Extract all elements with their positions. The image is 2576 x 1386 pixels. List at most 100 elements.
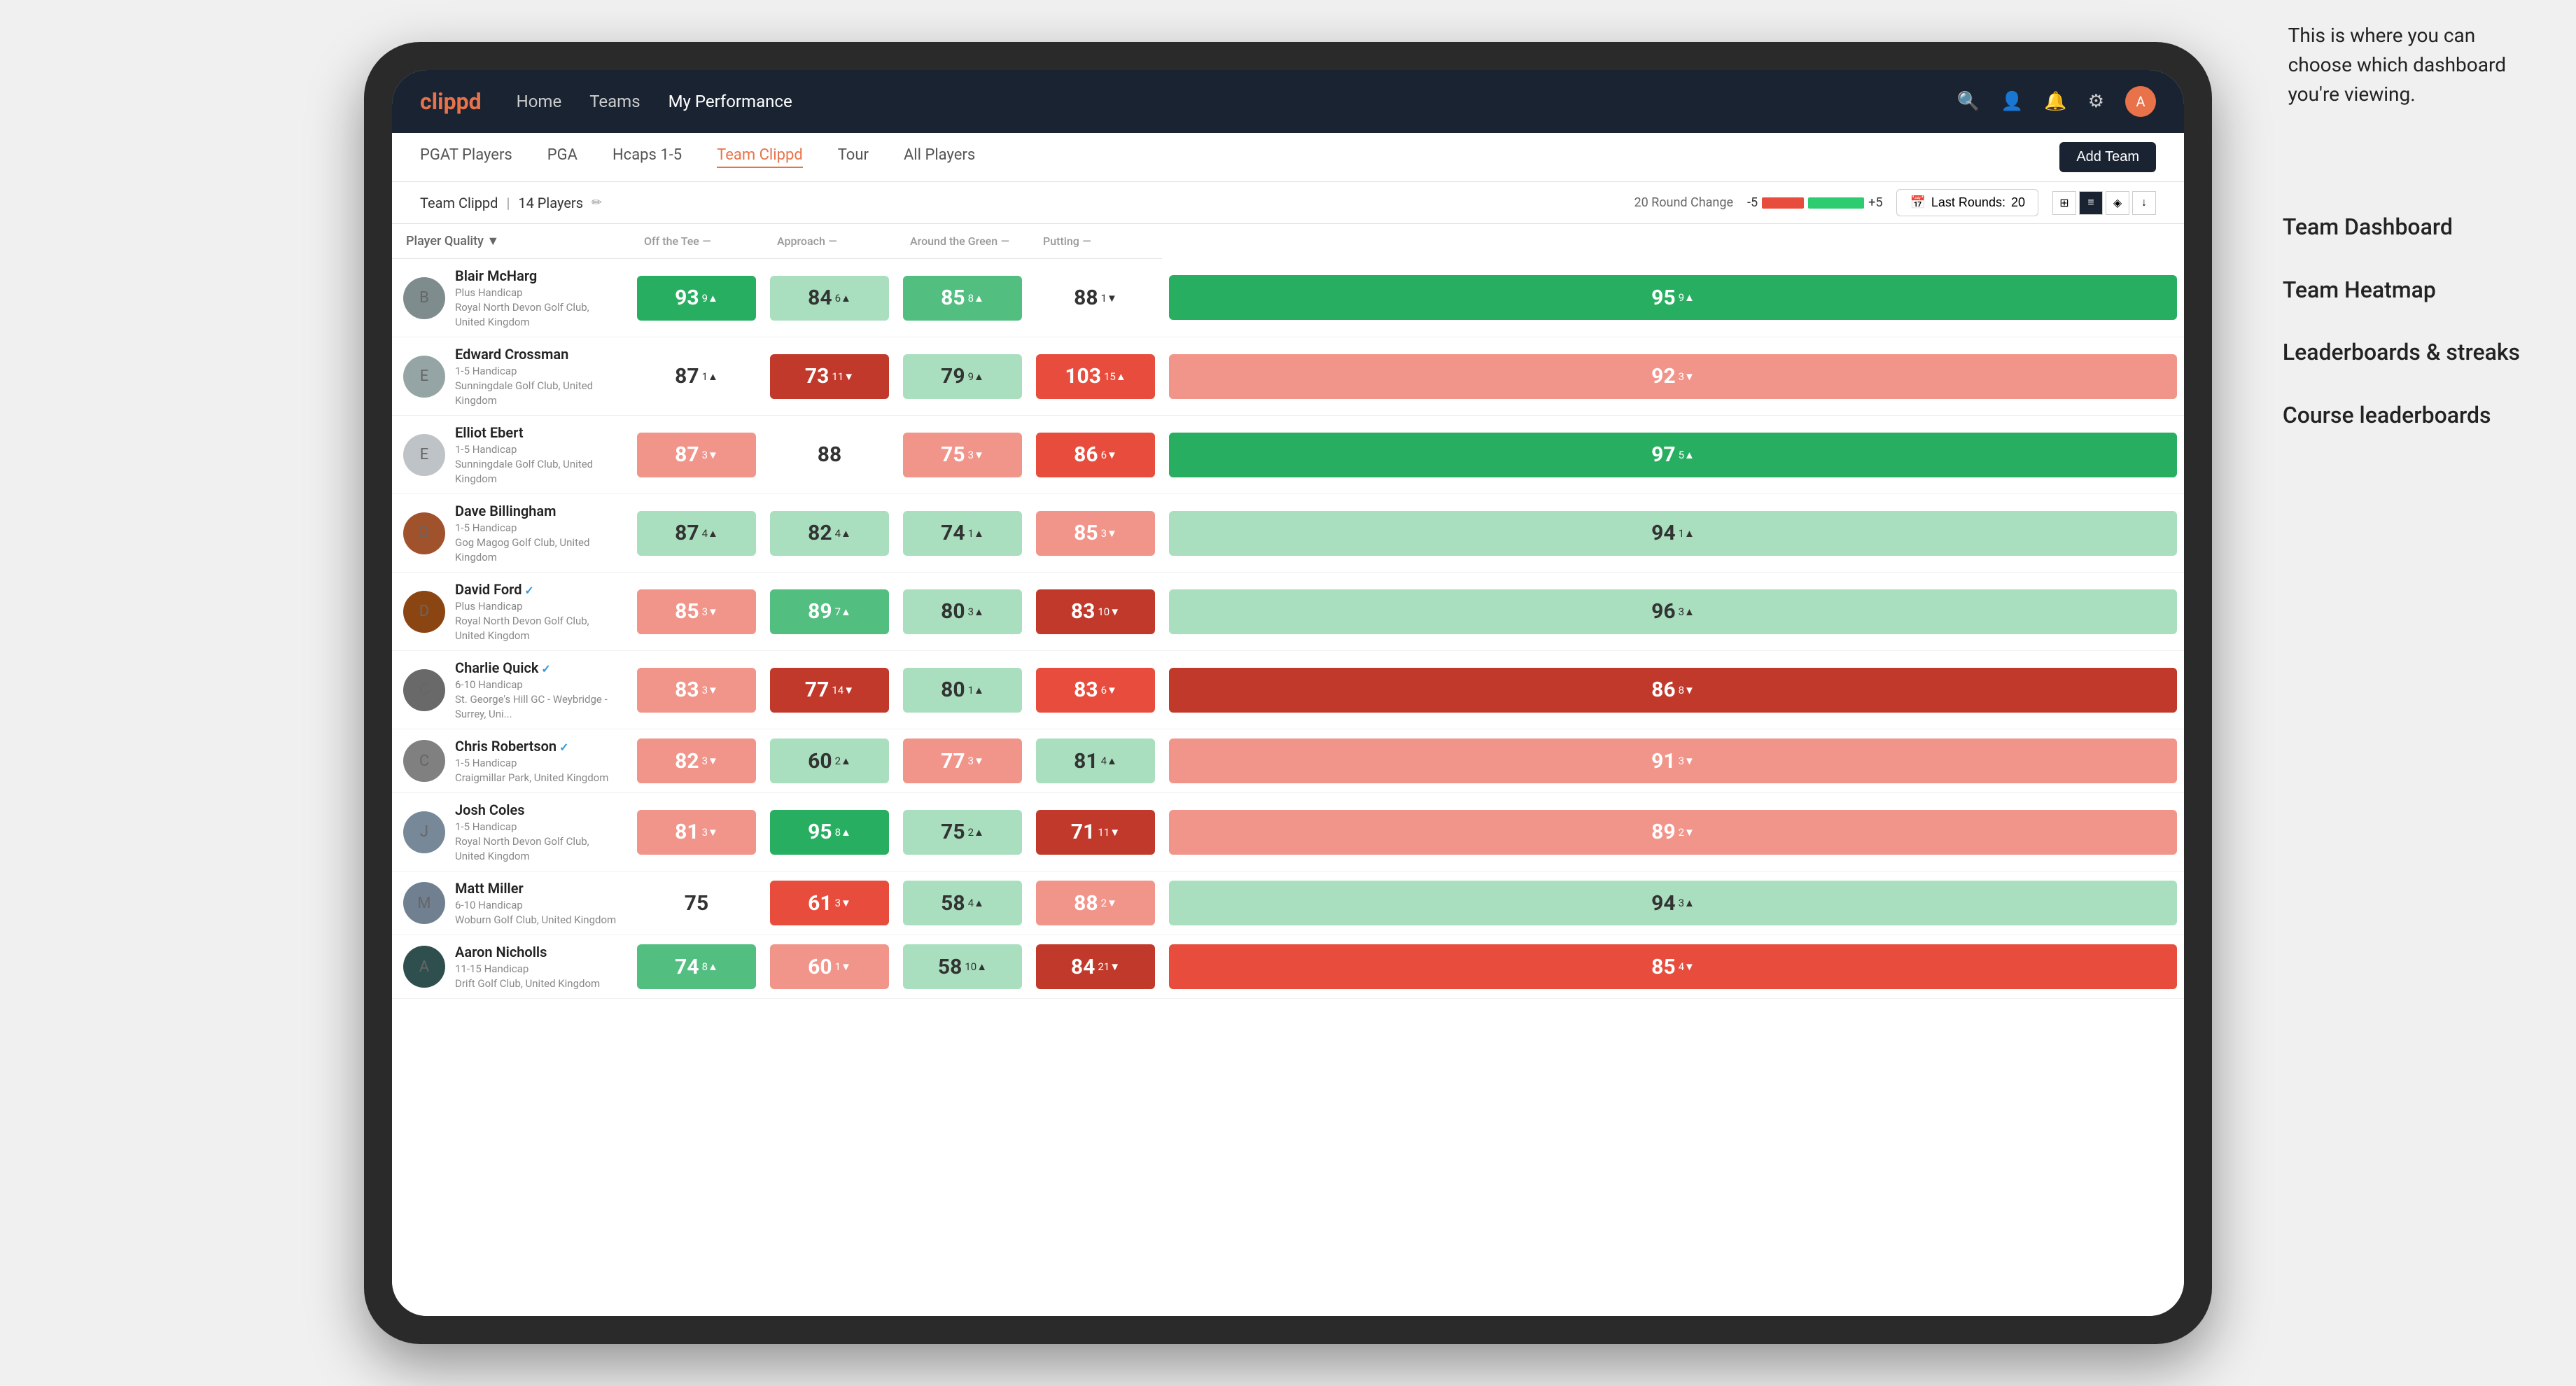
player-cell: EElliot Ebert1-5 HandicapSunningdale Gol… (392, 416, 630, 493)
metric-change: 8▲ (702, 960, 718, 973)
metric-value: 88 (1074, 286, 1098, 310)
player-handicap: Plus Handicap (455, 599, 619, 614)
metric-value: 74 (941, 521, 965, 545)
table-row[interactable]: DDavid Ford ✓Plus HandicapRoyal North De… (392, 573, 2184, 651)
dashboard-option-3[interactable]: Leaderboards & streaks (2283, 321, 2520, 384)
subnav-tour[interactable]: Tour (838, 146, 869, 168)
subnav-pga[interactable]: PGA (547, 146, 578, 168)
last-rounds-button[interactable]: 📅 Last Rounds: 20 (1896, 189, 2038, 216)
subnav-pgat[interactable]: PGAT Players (420, 146, 512, 168)
table-row[interactable]: AAaron Nicholls11-15 HandicapDrift Golf … (392, 935, 2184, 999)
metric-value: 97 (1651, 442, 1675, 467)
avatar[interactable]: E (403, 434, 445, 476)
nav-my-performance[interactable]: My Performance (668, 92, 792, 111)
team-name: Team Clippd (420, 195, 498, 211)
view-heatmap-button[interactable]: ◈ (2106, 191, 2129, 215)
metric-change: 9▲ (968, 370, 984, 383)
annotation-text: This is where you can choose which dashb… (2288, 21, 2506, 109)
table-row[interactable]: CChris Robertson ✓1-5 HandicapCraigmilla… (392, 729, 2184, 793)
subnav-hcaps[interactable]: Hcaps 1-5 (612, 146, 682, 168)
player-info: Matt Miller6-10 HandicapWoburn Golf Club… (455, 878, 616, 927)
table-row[interactable]: JJosh Coles1-5 HandicapRoyal North Devon… (392, 793, 2184, 872)
tablet-frame: clippd Home Teams My Performance 🔍 👤 🔔 ⚙… (364, 42, 2212, 1344)
nav-home[interactable]: Home (517, 92, 562, 111)
metric-off_tee: 824▲ (763, 494, 896, 573)
nav-teams[interactable]: Teams (589, 92, 640, 111)
metric-change: 3▼ (1101, 527, 1117, 540)
avatar[interactable]: D (403, 591, 445, 633)
player-info: Edward Crossman1-5 HandicapSunningdale G… (455, 344, 619, 408)
subnav-all-players[interactable]: All Players (904, 146, 975, 168)
edit-icon[interactable]: ✏ (592, 195, 602, 210)
metric-value: 74 (675, 955, 699, 979)
metric-value: 92 (1651, 364, 1675, 388)
player-handicap: 1-5 Handicap (455, 364, 619, 379)
col-player: Player Quality ▼ (392, 224, 630, 259)
avatar[interactable]: C (403, 669, 445, 711)
avatar[interactable]: A (403, 946, 445, 988)
metric-value: 88 (1074, 891, 1098, 916)
avatar[interactable]: A (2125, 86, 2156, 117)
metric-value: 79 (941, 364, 965, 388)
metric-value: 94 (1651, 521, 1675, 545)
view-download-button[interactable]: ↓ (2132, 191, 2156, 215)
profile-icon[interactable]: 👤 (2001, 91, 2023, 112)
metric-change: 2▲ (835, 755, 851, 767)
nav-links: Home Teams My Performance (517, 92, 1957, 111)
metric-quality: 833▼ (630, 651, 763, 729)
add-team-button[interactable]: Add Team (2059, 142, 2156, 172)
metric-change: 4▼ (1679, 960, 1695, 973)
avatar[interactable]: B (403, 277, 445, 319)
metric-value: 71 (1071, 820, 1095, 844)
metric-change: 4▲ (835, 527, 851, 540)
view-grid-button[interactable]: ⊞ (2052, 191, 2076, 215)
team-count: 14 Players (518, 195, 583, 211)
avatar[interactable]: J (403, 811, 445, 853)
dashboard-option-2[interactable]: Team Heatmap (2283, 259, 2520, 322)
metric-quality: 748▲ (630, 935, 763, 999)
player-info: Josh Coles1-5 HandicapRoyal North Devon … (455, 800, 619, 864)
avatar[interactable]: C (403, 740, 445, 782)
logo[interactable]: clippd (420, 88, 482, 115)
metric-putting: 959▲ (1162, 259, 2184, 337)
player-name: Elliot Ebert (455, 423, 619, 442)
table-row[interactable]: BBlair McHargPlus HandicapRoyal North De… (392, 259, 2184, 337)
player-cell: MMatt Miller6-10 HandicapWoburn Golf Clu… (392, 872, 630, 934)
search-icon[interactable]: 🔍 (1957, 91, 1980, 112)
round-neg: -5 (1747, 195, 1758, 210)
player-handicap: 1-5 Handicap (455, 521, 619, 536)
avatar[interactable]: M (403, 882, 445, 924)
metric-change: 3▼ (1679, 370, 1695, 383)
metric-approach: 752▲ (896, 793, 1029, 872)
view-table-button[interactable]: ≡ (2079, 191, 2103, 215)
metric-value: 82 (808, 521, 832, 545)
metric-value: 58 (941, 891, 965, 916)
table-row[interactable]: EElliot Ebert1-5 HandicapSunningdale Gol… (392, 416, 2184, 494)
dashboard-option-4[interactable]: Course leaderboards (2283, 384, 2520, 447)
dashboard-option-1[interactable]: Team Dashboard (2283, 196, 2520, 259)
settings-icon[interactable]: ⚙ (2088, 91, 2104, 112)
metric-around_green: 881▼ (1029, 259, 1162, 337)
metric-change: 2▼ (1101, 897, 1117, 909)
metric-quality: 939▲ (630, 259, 763, 337)
table-row[interactable]: DDave Billingham1-5 HandicapGog Magog Go… (392, 494, 2184, 573)
table-row[interactable]: CCharlie Quick ✓6-10 HandicapSt. George'… (392, 651, 2184, 729)
metric-change: 1▲ (702, 370, 718, 383)
table-row[interactable]: EEdward Crossman1-5 HandicapSunningdale … (392, 337, 2184, 416)
metric-change: 3▲ (1679, 897, 1695, 909)
col-off-tee: Off the Tee — (630, 224, 763, 259)
metric-value: 85 (1074, 521, 1098, 545)
metric-value: 85 (941, 286, 965, 310)
avatar[interactable]: E (403, 356, 445, 398)
subnav-team-clippd[interactable]: Team Clippd (717, 146, 803, 168)
metric-value: 73 (805, 364, 829, 388)
metric-value: 91 (1651, 749, 1675, 774)
player-info: Charlie Quick ✓6-10 HandicapSt. George's… (455, 658, 619, 722)
avatar[interactable]: D (403, 512, 445, 554)
bell-icon[interactable]: 🔔 (2044, 91, 2066, 112)
metric-value: 60 (808, 749, 832, 774)
player-club: Royal North Devon Golf Club, United King… (455, 834, 619, 864)
table-row[interactable]: MMatt Miller6-10 HandicapWoburn Golf Clu… (392, 872, 2184, 935)
metric-change: 4▲ (702, 527, 718, 540)
metric-putting: 975▲ (1162, 416, 2184, 494)
